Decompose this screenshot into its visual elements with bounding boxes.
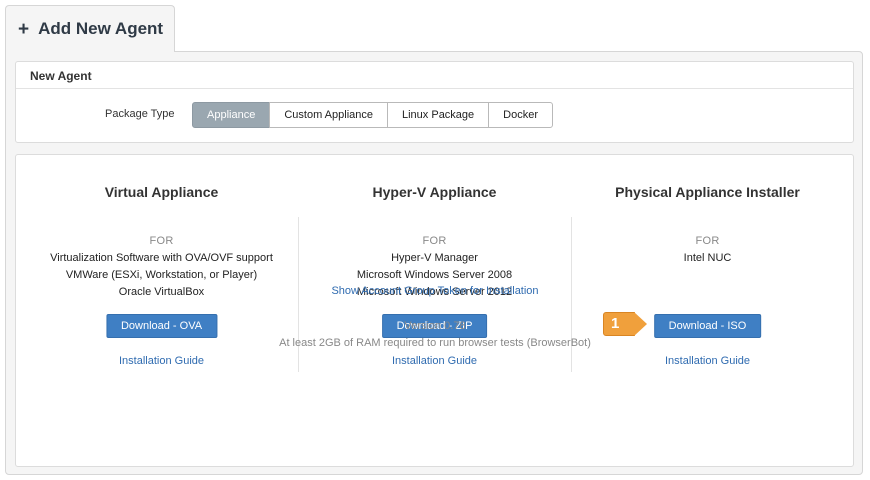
requirements-list: Intel NUC bbox=[571, 250, 844, 267]
ram-requirement-note: At least 2GB of RAM required to run brow… bbox=[279, 337, 591, 349]
package-type-row: Package Type Appliance Custom Appliance … bbox=[16, 102, 853, 128]
show-token-link[interactable]: Show Account Group Token for Installatio… bbox=[0, 285, 870, 297]
requirement-item: VMWare (ESXi, Workstation, or Player) bbox=[65, 269, 258, 281]
column-title: Virtual Appliance bbox=[104, 184, 219, 200]
installation-guide-link[interactable]: Installation Guide bbox=[571, 355, 844, 367]
downloads-panel: Virtual Appliance FOR Virtualization Sof… bbox=[15, 154, 854, 467]
for-label: FOR bbox=[149, 235, 174, 247]
requirement-item: Intel NUC bbox=[683, 252, 732, 264]
new-agent-panel: New Agent Package Type Appliance Custom … bbox=[15, 61, 854, 143]
requirement-item: Hyper-V Manager bbox=[391, 252, 478, 264]
for-label: FOR bbox=[695, 235, 720, 247]
package-option-linux-package[interactable]: Linux Package bbox=[387, 102, 490, 128]
installation-guide-link[interactable]: Installation Guide bbox=[298, 355, 571, 367]
panel-header: New Agent bbox=[16, 62, 853, 89]
package-type-selector: Appliance Custom Appliance Linux Package… bbox=[192, 102, 554, 128]
package-option-docker[interactable]: Docker bbox=[488, 102, 554, 128]
plus-icon: + bbox=[18, 18, 30, 40]
requirement-item: Virtualization Software with OVA/OVF sup… bbox=[50, 252, 273, 264]
tab-label: Add New Agent bbox=[38, 19, 164, 38]
add-new-agent-tab[interactable]: + Add New Agent bbox=[5, 5, 175, 52]
package-option-custom-appliance[interactable]: Custom Appliance bbox=[269, 102, 388, 128]
column-title: Physical Appliance Installer bbox=[615, 184, 800, 200]
requirement-item: Microsoft Windows Server 2008 bbox=[356, 269, 513, 281]
for-label: FOR bbox=[422, 235, 447, 247]
tab-content: New Agent Package Type Appliance Custom … bbox=[5, 51, 863, 475]
version-text: Version 0.78 bbox=[404, 320, 466, 332]
installation-guide-link[interactable]: Installation Guide bbox=[25, 355, 298, 367]
package-type-label: Package Type bbox=[105, 108, 175, 120]
column-title: Hyper-V Appliance bbox=[372, 184, 497, 200]
package-option-appliance[interactable]: Appliance bbox=[192, 102, 271, 128]
